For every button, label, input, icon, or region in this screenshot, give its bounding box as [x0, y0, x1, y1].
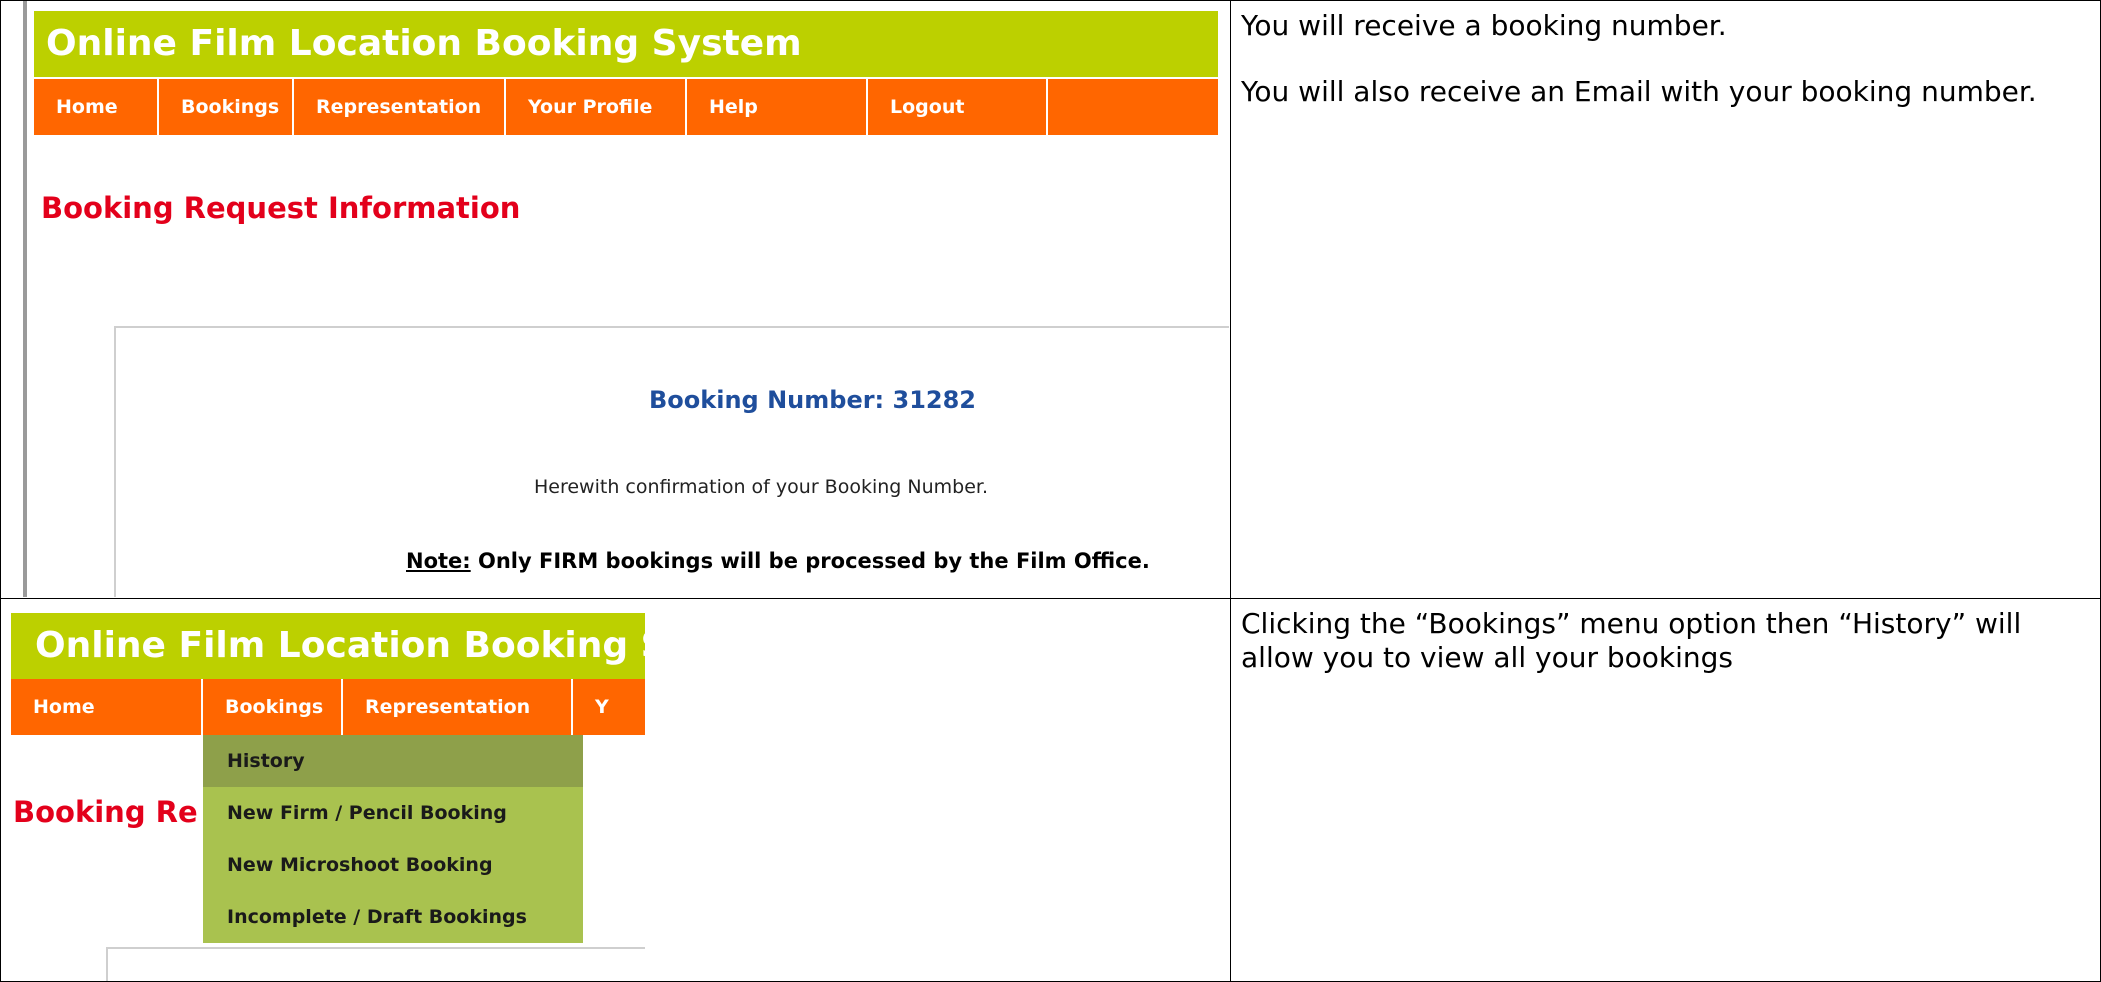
- paragraph: Clicking the “Bookings” menu option then…: [1241, 607, 2022, 674]
- paragraph: You will receive a booking number.: [1241, 9, 1727, 42]
- bookings-dropdown-menu: History New Firm / Pencil Booking New Mi…: [203, 735, 583, 943]
- site-header: Online Film Location Booking System: [34, 11, 1218, 77]
- instruction-table: Online Film Location Booking System Home…: [0, 0, 2101, 982]
- description-cell-1: You will receive a booking number. You w…: [1230, 0, 2101, 599]
- screenshot-cell-2: Online Film Location Booking S Home Book…: [0, 598, 1231, 982]
- nav-home[interactable]: Home: [11, 679, 203, 735]
- note-label: Note:: [406, 549, 471, 573]
- main-nav: Home Bookings Representation Y: [11, 679, 645, 735]
- description-cell-2: Clicking the “Bookings” menu option then…: [1230, 598, 2101, 982]
- bookings-menu-screenshot: Online Film Location Booking S Home Book…: [1, 599, 645, 981]
- menu-item-history[interactable]: History: [203, 735, 583, 787]
- booking-confirmation-screenshot: Online Film Location Booking System Home…: [1, 1, 1229, 597]
- nav-your-profile-partial[interactable]: Y: [573, 679, 645, 735]
- box-border-left: [106, 947, 108, 981]
- note-body: Only FIRM bookings will be processed by …: [470, 549, 1150, 573]
- main-nav: Home Bookings Representation Your Profil…: [34, 79, 1218, 135]
- instruction-row-2: Online Film Location Booking S Home Book…: [0, 598, 2101, 982]
- menu-item-new-microshoot-booking[interactable]: New Microshoot Booking: [203, 839, 583, 891]
- note-text: Note: Only FIRM bookings will be process…: [406, 549, 1150, 573]
- nav-bookings[interactable]: Bookings: [159, 79, 294, 135]
- menu-item-incomplete-draft-bookings[interactable]: Incomplete / Draft Bookings: [203, 891, 583, 943]
- paragraph: You will also receive an Email with your…: [1241, 75, 2037, 108]
- nav-empty: [1048, 79, 1218, 135]
- description-1: You will receive a booking number. You w…: [1232, 2, 2100, 110]
- nav-representation[interactable]: Representation: [343, 679, 573, 735]
- screenshot-cell-1: Online Film Location Booking System Home…: [0, 0, 1231, 599]
- nav-representation[interactable]: Representation: [294, 79, 506, 135]
- nav-your-profile[interactable]: Your Profile: [506, 79, 687, 135]
- page-title: Booking Re: [13, 795, 198, 829]
- box-border-top: [106, 947, 645, 949]
- nav-bookings[interactable]: Bookings: [203, 679, 343, 735]
- site-header: Online Film Location Booking S: [11, 613, 645, 679]
- confirmation-text: Herewith confirmation of your Booking Nu…: [534, 476, 988, 498]
- menu-item-new-firm-pencil-booking[interactable]: New Firm / Pencil Booking: [203, 787, 583, 839]
- page-title: Booking Request Information: [41, 191, 521, 225]
- nav-home[interactable]: Home: [34, 79, 159, 135]
- instruction-row-1: Online Film Location Booking System Home…: [0, 0, 2101, 599]
- booking-number: Booking Number: 31282: [649, 386, 976, 414]
- description-2: Clicking the “Bookings” menu option then…: [1232, 600, 2100, 676]
- nav-logout[interactable]: Logout: [868, 79, 1048, 135]
- left-border-bar: [23, 1, 27, 597]
- nav-help[interactable]: Help: [687, 79, 868, 135]
